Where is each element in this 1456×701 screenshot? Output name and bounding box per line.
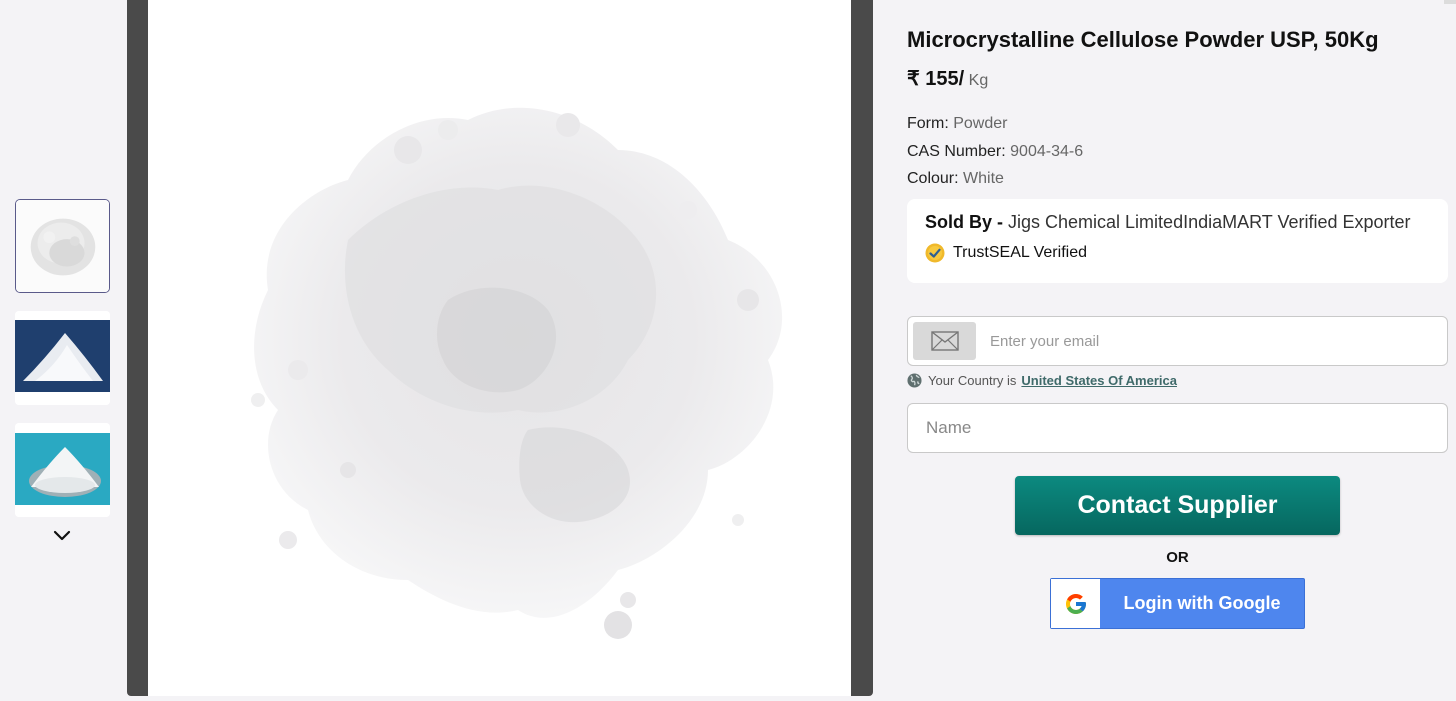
chevron-down-icon[interactable] — [52, 526, 72, 546]
spec-value: Powder — [953, 115, 1008, 132]
spec-colour: Colour: White — [907, 165, 1083, 193]
google-button-label: Login with Google — [1123, 593, 1281, 613]
email-field — [907, 316, 1448, 366]
powder-blue-thumbnail-image — [15, 311, 110, 405]
scrollbar-edge[interactable] — [1444, 0, 1456, 4]
country-line: Your Country is United States Of America — [907, 373, 1177, 388]
spec-key: Form: — [907, 115, 954, 132]
contact-supplier-button[interactable]: Contact Supplier — [1015, 476, 1340, 535]
mail-icon-box — [913, 322, 976, 360]
spec-key: Colour: — [907, 170, 964, 187]
product-title: Microcrystalline Cellulose Powder USP, 5… — [907, 27, 1379, 52]
spec-cas-number: CAS Number: 9004-34-6 — [907, 138, 1083, 166]
envelope-icon — [930, 331, 959, 351]
google-logo-box — [1051, 579, 1100, 628]
trustseal-badge-icon — [925, 243, 945, 263]
powder-thumbnail-image — [16, 200, 109, 292]
spec-value: White — [963, 170, 1004, 187]
spec-key: CAS Number: — [907, 142, 1011, 160]
thumbnail-1[interactable] — [15, 199, 110, 293]
trustseal-text: TrustSEAL Verified — [953, 244, 1087, 261]
google-g-icon — [1065, 593, 1086, 614]
name-input[interactable] — [924, 417, 1424, 439]
login-with-google-button[interactable]: Login with Google — [1050, 578, 1305, 629]
country-link[interactable]: United States Of America — [1021, 373, 1177, 388]
seller-name[interactable]: Jigs Chemical LimitedIndiaMART Verified … — [1008, 212, 1411, 232]
powder-pile-image — [148, 0, 851, 696]
seller-card: Sold By - Jigs Chemical LimitedIndiaMART… — [907, 199, 1448, 283]
name-field — [907, 403, 1448, 453]
globe-icon — [907, 373, 922, 388]
seller-line: Sold By - Jigs Chemical LimitedIndiaMART… — [925, 212, 1430, 233]
main-product-image[interactable] — [148, 0, 851, 696]
thumbnail-3[interactable] — [15, 423, 110, 517]
thumbnail-list — [15, 199, 110, 535]
image-viewer — [127, 0, 873, 696]
seller-label: Sold By - — [925, 212, 1009, 232]
spec-form: Form: Powder — [907, 110, 1083, 138]
price-unit: Kg — [968, 72, 989, 89]
spec-value: 9004-34-6 — [1010, 142, 1084, 160]
product-price: ₹ 155/ Kg — [907, 66, 988, 91]
price-amount: ₹ 155/ — [907, 68, 965, 90]
trustseal-row: TrustSEAL Verified — [925, 243, 1430, 263]
email-input[interactable] — [988, 331, 1428, 351]
or-divider-text: OR — [1166, 549, 1189, 566]
country-prefix: Your Country is — [928, 373, 1017, 388]
powder-teal-thumbnail-image — [15, 423, 110, 517]
thumbnail-2[interactable] — [15, 311, 110, 405]
product-specs: Form: Powder CAS Number: 9004-34-6 Colou… — [907, 110, 1083, 193]
